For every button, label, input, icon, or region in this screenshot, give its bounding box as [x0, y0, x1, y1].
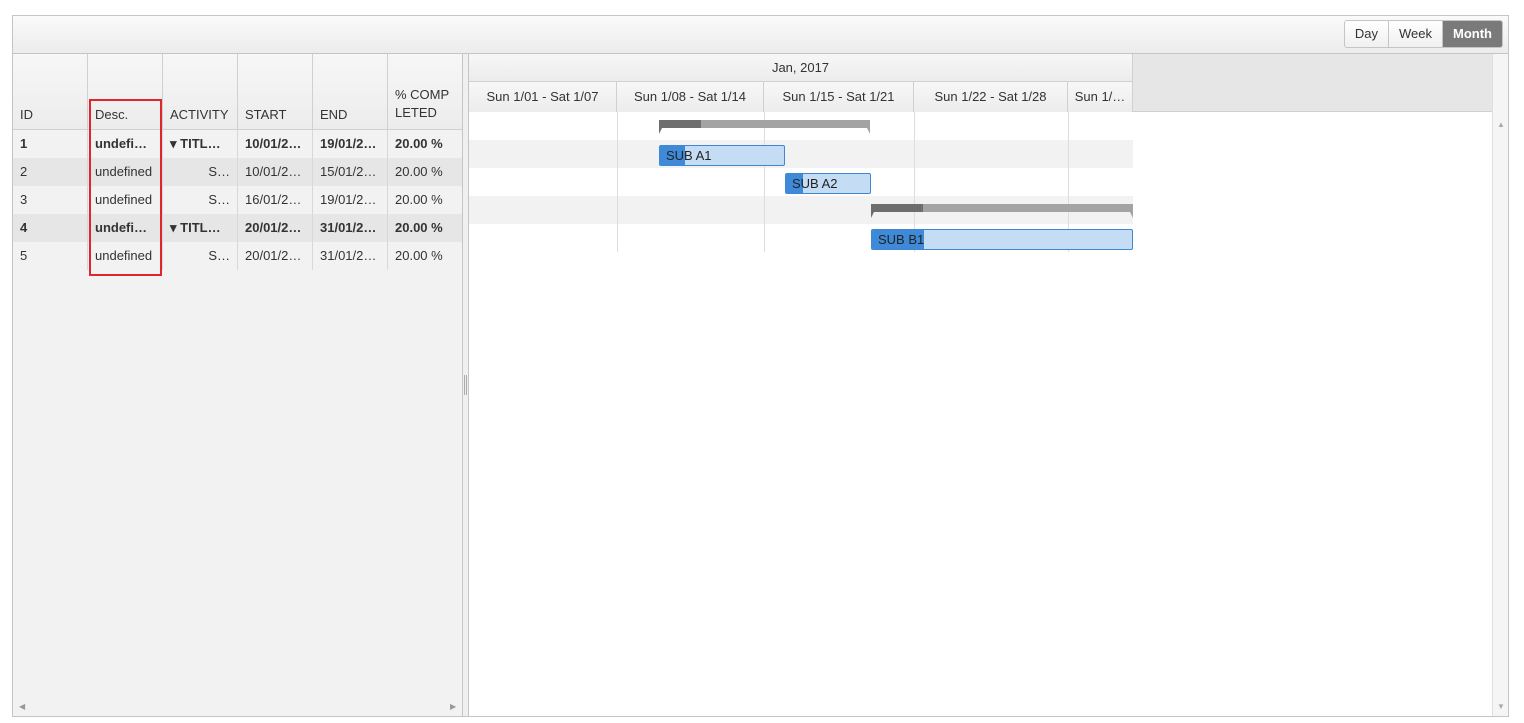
cell-completed: 20.00 % — [395, 220, 443, 235]
column-header-id[interactable]: ID — [13, 54, 88, 130]
summary-bar-title-a[interactable] — [659, 120, 870, 134]
timeline-pane: Jan, 2017 Sun 1/01 - Sat 1/07 Sun 1/08 -… — [469, 54, 1508, 716]
gantt-toolbar: Day Week Month — [13, 16, 1508, 54]
grid-row[interactable]: 3 undefined S… 16/01/2… 19/01/2… 20.00 % — [13, 186, 462, 214]
month-header: Jan, 2017 — [469, 54, 1133, 82]
timeline-header: Jan, 2017 Sun 1/01 - Sat 1/07 Sun 1/08 -… — [469, 54, 1508, 112]
task-label: SUB A2 — [792, 176, 838, 191]
column-header-label: ID — [20, 107, 33, 122]
cell-id: 2 — [13, 158, 88, 186]
column-header-label: START — [245, 107, 287, 122]
scroll-left-arrow-icon[interactable]: ◀ — [19, 702, 25, 711]
grid-row[interactable]: 1 undefi… ▾ TITL… 10/01/2… 19/01/2… 20.0… — [13, 130, 462, 158]
cell-activity[interactable]: ▾ TITL… — [163, 130, 238, 158]
cell-activity: S… — [163, 158, 238, 186]
cell-desc: undefi… — [88, 214, 163, 242]
task-grid: ID Desc. ACTIVITY START END % COMPLETED … — [13, 54, 463, 716]
cell-start: 20/01/2… — [238, 214, 313, 242]
task-label: SUB A1 — [666, 148, 712, 163]
scroll-up-arrow-icon[interactable]: ▲ — [1497, 120, 1505, 129]
view-week-button[interactable]: Week — [1389, 21, 1444, 47]
splitter-grip-icon — [464, 375, 467, 395]
column-header-activity[interactable]: ACTIVITY — [163, 54, 238, 130]
grid-row[interactable]: 5 undefined S… 20/01/2… 31/01/2… 20.00 % — [13, 242, 462, 270]
column-header-completed[interactable]: % COMPLETED — [388, 54, 462, 130]
view-day-button[interactable]: Day — [1344, 21, 1390, 47]
grid-row[interactable]: 4 undefi… ▾ TITL… 20/01/2… 31/01/2… 20.0… — [13, 214, 462, 242]
cell-completed: 20.00 % — [395, 192, 443, 207]
task-label: SUB B1 — [878, 232, 925, 247]
cell-end: 15/01/2… — [313, 158, 388, 186]
scroll-right-arrow-icon[interactable]: ▶ — [450, 702, 456, 711]
column-header-label: END — [320, 107, 348, 122]
cell-start: 10/01/2… — [238, 130, 313, 158]
cell-id: 4 — [13, 214, 88, 242]
summary-bar-title-b[interactable] — [871, 204, 1133, 218]
gantt-chart: Day Week Month ID Desc. ACTIVITY START E… — [12, 15, 1509, 717]
summary-progress — [871, 204, 924, 212]
week-header: Sun 1/… — [1068, 82, 1133, 112]
timeline-row — [469, 140, 1133, 168]
vertical-scrollbar[interactable]: ▲ ▼ — [1492, 54, 1508, 716]
week-header: Sun 1/01 - Sat 1/07 — [469, 82, 617, 112]
week-header: Sun 1/22 - Sat 1/28 — [914, 82, 1068, 112]
cell-end: 31/01/2… — [313, 214, 388, 242]
week-header: Sun 1/08 - Sat 1/14 — [617, 82, 764, 112]
column-header-desc[interactable]: Desc. — [88, 54, 163, 130]
task-bar-sub-a2[interactable]: SUB A2 — [785, 173, 871, 194]
column-header-label: % COMPLETED — [395, 87, 450, 120]
timeline-body: SUB A1 SUB A2 SUB B1 — [469, 112, 1508, 716]
week-header: Sun 1/15 - Sat 1/21 — [764, 82, 914, 112]
cell-completed: 20.00 % — [395, 136, 443, 151]
cell-completed: 20.00 % — [395, 248, 443, 263]
cell-activity: S… — [163, 186, 238, 214]
cell-activity: S… — [163, 242, 238, 270]
cell-end: 19/01/2… — [313, 130, 388, 158]
cell-start: 10/01/2… — [238, 158, 313, 186]
cell-start: 20/01/2… — [238, 242, 313, 270]
column-header-label: ACTIVITY — [170, 107, 229, 122]
scroll-down-arrow-icon[interactable]: ▼ — [1497, 702, 1505, 711]
grid-header: ID Desc. ACTIVITY START END % COMPLETED — [13, 54, 462, 130]
cell-desc: undefi… — [88, 130, 163, 158]
cell-start: 16/01/2… — [238, 186, 313, 214]
column-header-end[interactable]: END — [313, 54, 388, 130]
cell-end: 19/01/2… — [313, 186, 388, 214]
week-gridline — [617, 112, 618, 252]
cell-desc: undefined — [88, 186, 163, 214]
week-gridline — [764, 112, 765, 252]
cell-id: 1 — [13, 130, 88, 158]
summary-progress — [659, 120, 702, 128]
cell-desc: undefined — [88, 158, 163, 186]
cell-id: 5 — [13, 242, 88, 270]
grid-row[interactable]: 2 undefined S… 10/01/2… 15/01/2… 20.00 % — [13, 158, 462, 186]
task-bar-sub-a1[interactable]: SUB A1 — [659, 145, 785, 166]
cell-desc: undefined — [88, 242, 163, 270]
column-header-label: Desc. — [95, 107, 129, 122]
cell-activity[interactable]: ▾ TITL… — [163, 214, 238, 242]
view-switcher: Day Week Month — [1343, 20, 1503, 48]
view-month-button[interactable]: Month — [1443, 21, 1502, 47]
cell-completed: 20.00 % — [395, 164, 443, 179]
cell-id: 3 — [13, 186, 88, 214]
task-bar-sub-b1[interactable]: SUB B1 — [871, 229, 1133, 250]
cell-end: 31/01/2… — [313, 242, 388, 270]
column-header-start[interactable]: START — [238, 54, 313, 130]
